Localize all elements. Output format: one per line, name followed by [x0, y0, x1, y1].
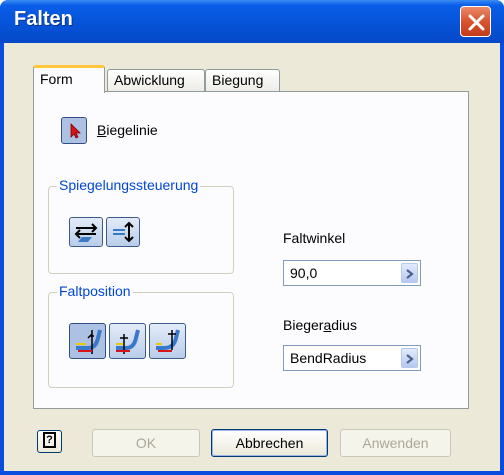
tab-form[interactable]: Form	[33, 65, 105, 93]
bend-radius-label: Biegeradius	[283, 317, 357, 333]
bend-line-label: Biegelinie	[97, 122, 158, 138]
chevron-right-icon	[406, 354, 414, 364]
dialog-window: Falten Form Abwicklung Biegung Biegelini…	[0, 0, 504, 475]
chevron-right-icon	[406, 269, 414, 279]
bend-centerline-button[interactable]	[109, 323, 146, 359]
apply-button[interactable]: Anwenden	[340, 429, 451, 457]
close-button[interactable]	[460, 6, 491, 37]
mirror-control-legend: Spiegelungssteuerung	[57, 177, 201, 193]
bend-end-icon	[156, 329, 180, 352]
flip-direction-icon	[113, 221, 134, 243]
bend-line-select-button[interactable]	[61, 117, 87, 144]
fold-angle-label: Faltwinkel	[283, 230, 346, 246]
fold-position-group: Faltposition	[48, 283, 234, 388]
ok-button[interactable]: OK	[92, 429, 200, 457]
bend-centerline-icon	[116, 329, 140, 354]
bend-radius-combo[interactable]: BendRadius	[283, 345, 421, 371]
cancel-button-label: Abbrechen	[235, 435, 304, 451]
flip-direction-button[interactable]	[106, 217, 140, 247]
ok-button-label: OK	[135, 435, 157, 451]
tab-abwicklung[interactable]: Abwicklung	[107, 69, 205, 92]
window-title: Falten	[14, 8, 73, 30]
mirror-control-group: Spiegelungssteuerung	[48, 177, 234, 274]
title-bar[interactable]: Falten	[0, 0, 504, 43]
close-icon	[468, 14, 485, 31]
help-icon: ?	[43, 432, 56, 448]
dialog-body: Form Abwicklung Biegung Biegelinie Spieg…	[4, 43, 500, 471]
apply-button-label: Anwenden	[362, 435, 429, 451]
tab-panel-form: Biegelinie Spiegelungssteuerung Faltwink…	[33, 91, 469, 409]
bend-radius-dropdown-button[interactable]	[401, 348, 418, 368]
select-arrow-icon	[70, 123, 81, 139]
fold-angle-dropdown-button[interactable]	[401, 263, 418, 283]
bend-end-button[interactable]	[149, 323, 186, 359]
fold-angle-value: 90,0	[290, 265, 318, 281]
help-button[interactable]: ?	[37, 430, 62, 453]
flip-side-icon	[74, 223, 98, 242]
flip-side-button[interactable]	[69, 217, 103, 247]
tab-form-label: Form	[40, 71, 73, 87]
tab-abwicklung-label: Abwicklung	[114, 72, 185, 88]
bend-radius-value: BendRadius	[290, 350, 367, 366]
fold-angle-combo[interactable]: 90,0	[283, 260, 421, 286]
cancel-button[interactable]: Abbrechen	[211, 429, 328, 457]
tab-biegung-label: Biegung	[212, 72, 264, 88]
tab-biegung[interactable]: Biegung	[205, 69, 280, 92]
bend-start-icon	[76, 329, 102, 354]
bend-start-button[interactable]	[69, 323, 106, 359]
fold-position-legend: Faltposition	[57, 283, 133, 299]
